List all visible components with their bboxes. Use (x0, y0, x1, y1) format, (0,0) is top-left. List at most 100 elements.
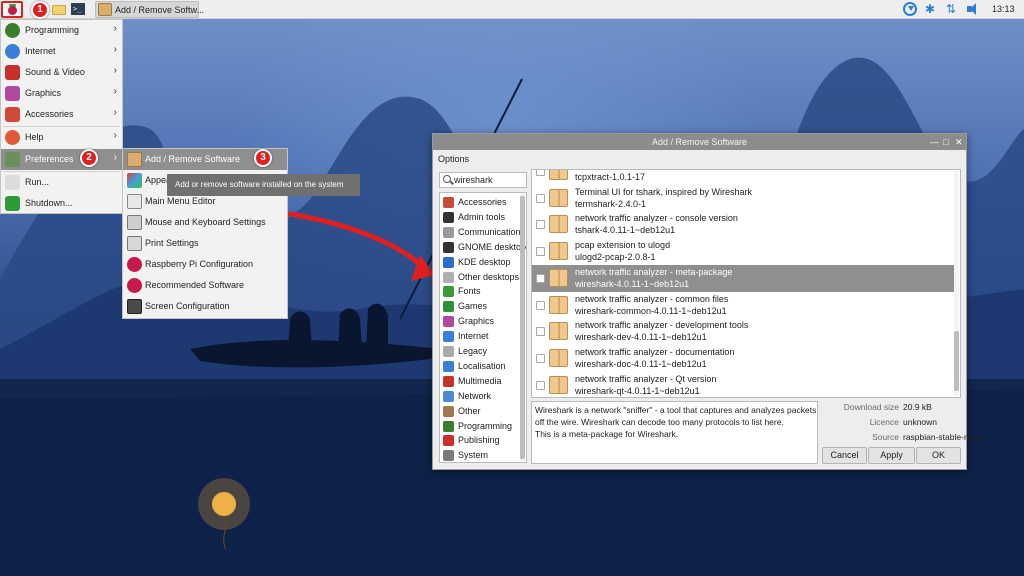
close-icon[interactable]: ✕ (955, 136, 963, 148)
package-row[interactable]: network traffic analyzer - documentation… (532, 345, 955, 372)
install-checkbox[interactable] (536, 193, 545, 203)
package-row[interactable]: Terminal UI for tshark, inspired by Wire… (532, 185, 955, 212)
file-manager-launcher[interactable] (51, 1, 67, 18)
menu-item-run[interactable]: Run... (1, 172, 122, 193)
category-accessories[interactable]: Accessories (440, 195, 520, 210)
chevron-right-icon: › (113, 65, 117, 76)
search-field[interactable] (439, 172, 527, 188)
category-label: Fonts (458, 286, 481, 297)
package-icon (549, 215, 568, 234)
menu-item-label: Recommended Software (145, 280, 245, 290)
terminal-icon: >_ (71, 3, 85, 15)
menu-bar: Options (433, 150, 966, 168)
menu-item-accessories[interactable]: Accessories › (1, 104, 122, 125)
download-size-label: Download size (843, 402, 899, 412)
menu-item-internet[interactable]: Internet › (1, 41, 122, 62)
maximize-icon[interactable]: □ (943, 136, 948, 148)
updates-icon[interactable] (903, 2, 917, 16)
category-legacy[interactable]: Legacy (440, 344, 520, 359)
category-other[interactable]: Other (440, 404, 520, 419)
install-checkbox[interactable] (536, 300, 545, 310)
chevron-right-icon: › (113, 44, 117, 55)
tooltip: Add or remove software installed on the … (167, 174, 360, 196)
package-name: wireshark-dev-4.0.11-1~deb12u1 (575, 332, 707, 343)
package-row[interactable]: tcpxtract-1.0.1-17 (532, 170, 955, 185)
menu-item-print-settings[interactable]: Print Settings (123, 233, 287, 254)
category-admin-tools[interactable]: Admin tools (440, 210, 520, 225)
menu-item-screen-configuration[interactable]: Screen Configuration (123, 296, 287, 317)
menu-item-label: Main Menu Editor (145, 196, 216, 206)
package-row[interactable]: network traffic analyzer - common files w… (532, 292, 955, 319)
menu-item-raspberry-pi-configuration[interactable]: Raspberry Pi Configuration (123, 254, 287, 275)
folder-icon (443, 405, 454, 417)
install-checkbox[interactable] (536, 170, 545, 176)
install-checkbox[interactable] (536, 353, 545, 363)
category-kde-desktop[interactable]: KDE desktop (440, 255, 520, 270)
package-icon (127, 152, 142, 167)
film-icon (5, 65, 20, 80)
source-row: Source raspbian-stable-main (822, 432, 982, 445)
licence-row: Licence unknown (822, 417, 964, 430)
package-name: wireshark-qt-4.0.11-1~deb12u1 (575, 385, 700, 396)
scrollbar-thumb[interactable] (954, 331, 959, 391)
category-fonts[interactable]: Fonts (440, 284, 520, 299)
category-other-desktops[interactable]: Other desktops (440, 270, 520, 285)
title-bar[interactable]: Add / Remove Software — □ ✕ (433, 134, 966, 150)
menu-item-mouse-keyboard-settings[interactable]: Mouse and Keyboard Settings (123, 212, 287, 233)
package-description: Wireshark is a network "sniffer" - a too… (531, 401, 818, 464)
bluetooth-icon[interactable]: ✱ (925, 1, 935, 18)
scrollbar-thumb[interactable] (520, 196, 525, 459)
category-games[interactable]: Games (440, 299, 520, 314)
menu-item-recommended-software[interactable]: Recommended Software (123, 275, 287, 296)
paint-icon (5, 86, 20, 101)
category-publishing[interactable]: Publishing (440, 433, 520, 448)
ok-button[interactable]: OK (916, 447, 961, 464)
preferences-icon (5, 152, 20, 167)
package-summary: network traffic analyzer - documentation (575, 346, 735, 357)
category-network[interactable]: Network (440, 389, 520, 404)
menu-item-sound-video[interactable]: Sound & Video › (1, 62, 122, 83)
package-row[interactable]: pcap extension to ulogd ulogd2-pcap-2.0.8… (532, 238, 955, 265)
category-scrollbar[interactable] (520, 194, 525, 461)
terminal-launcher[interactable]: >_ (70, 1, 86, 18)
apply-button[interactable]: Apply (868, 447, 915, 464)
fonts-icon (443, 286, 454, 298)
menu-item-help[interactable]: Help › (1, 127, 122, 148)
category-multimedia[interactable]: Multimedia (440, 374, 520, 389)
install-checkbox[interactable] (536, 220, 545, 230)
applications-menu-button[interactable] (1, 1, 23, 18)
menu-item-preferences[interactable]: Preferences › (1, 149, 122, 170)
install-checkbox[interactable] (536, 273, 545, 283)
package-scrollbar[interactable] (954, 171, 959, 396)
package-row[interactable]: network traffic analyzer - development t… (532, 318, 955, 345)
package-row[interactable]: network traffic analyzer - meta-package w… (532, 264, 955, 292)
package-row[interactable]: network traffic analyzer - console versi… (532, 211, 955, 238)
taskbar-window-button[interactable]: Add / Remove Softw... (95, 1, 204, 18)
network-icon[interactable]: ⇅ (946, 1, 956, 18)
search-input[interactable] (454, 174, 524, 186)
menu-item-programming[interactable]: Programming › (1, 20, 122, 41)
minimize-icon[interactable]: — (930, 136, 939, 148)
clock[interactable]: 13:13 (992, 4, 1015, 14)
category-internet[interactable]: Internet (440, 329, 520, 344)
category-system[interactable]: System (440, 448, 520, 462)
volume-icon[interactable] (966, 2, 980, 16)
category-localisation[interactable]: Localisation (440, 359, 520, 374)
install-checkbox[interactable] (536, 327, 545, 337)
raspberry-icon (127, 278, 142, 293)
install-checkbox[interactable] (536, 247, 545, 257)
category-gnome-desktop[interactable]: GNOME desktop (440, 240, 526, 255)
category-programming[interactable]: Programming (440, 419, 520, 434)
package-row[interactable]: network traffic analyzer - Qt version wir… (532, 372, 955, 397)
licence-value: unknown (903, 417, 938, 427)
cancel-button[interactable]: Cancel (822, 447, 867, 464)
download-size-value: 20.9 kB (903, 402, 932, 412)
category-graphics[interactable]: Graphics (440, 314, 520, 329)
options-menu[interactable]: Options (438, 154, 469, 164)
appearance-icon (127, 173, 142, 188)
menu-item-shutdown[interactable]: Shutdown... (1, 193, 122, 214)
menu-item-graphics[interactable]: Graphics › (1, 83, 122, 104)
category-communication[interactable]: Communication (440, 225, 521, 240)
install-checkbox[interactable] (536, 380, 545, 390)
package-icon (549, 295, 568, 314)
